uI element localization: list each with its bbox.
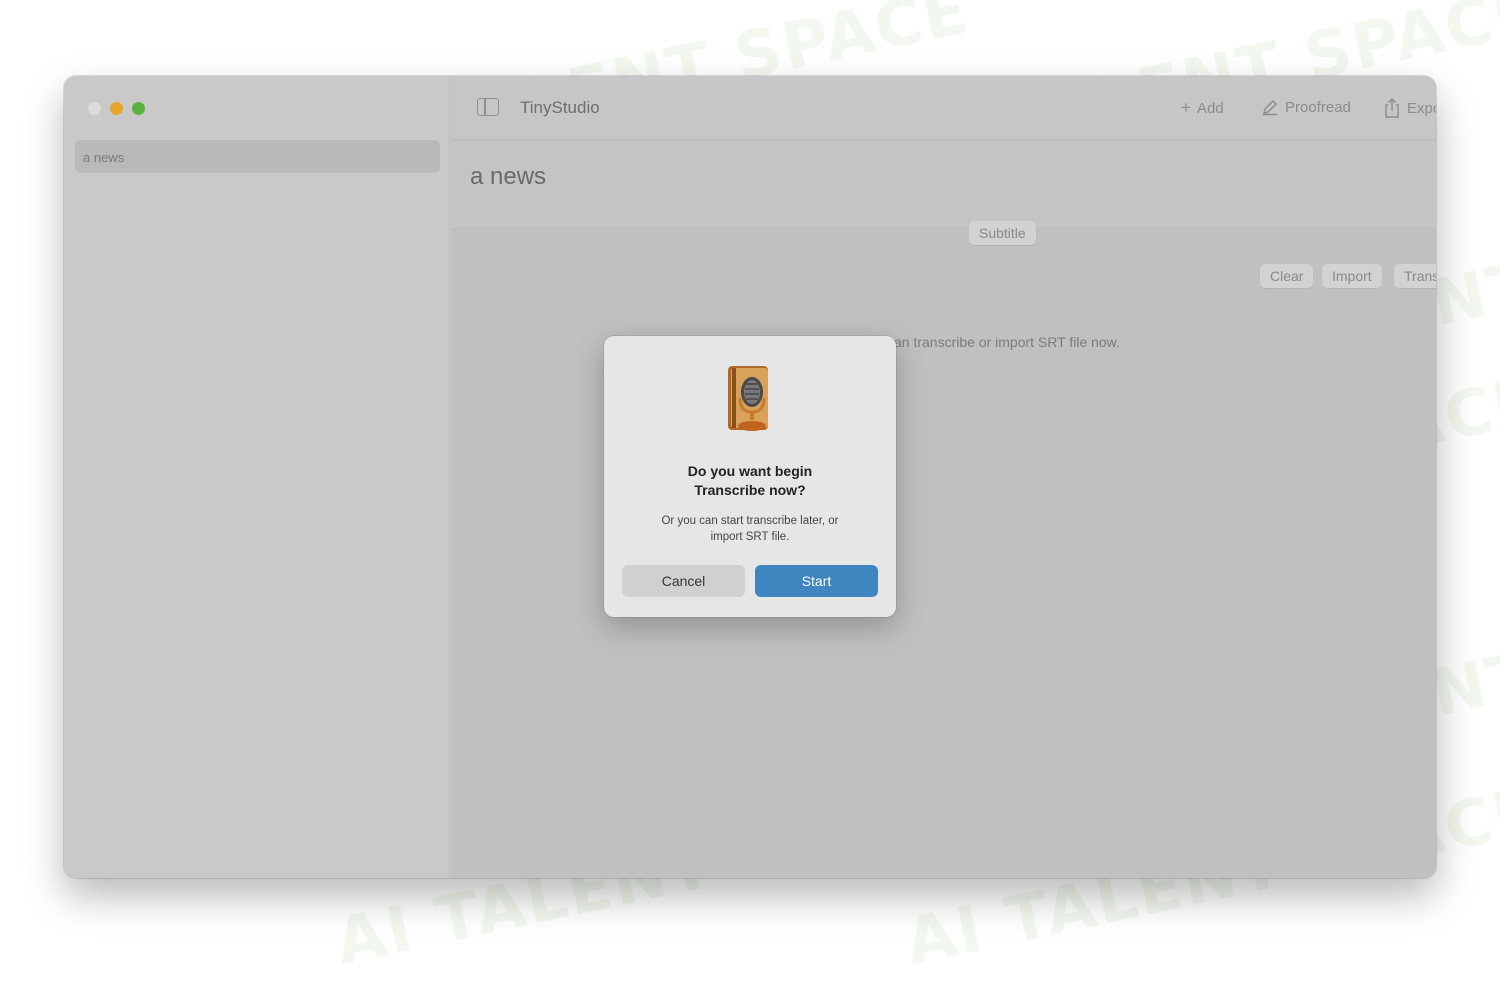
export-label: Export	[1407, 99, 1436, 117]
import-button[interactable]: Import	[1322, 264, 1382, 288]
transcribe-dialog: Do you want begin Transcribe now? Or you…	[604, 336, 896, 617]
cancel-button[interactable]: Cancel	[622, 565, 745, 597]
sidebar: a news	[64, 76, 450, 878]
pencil-icon	[1263, 100, 1277, 116]
transcribe-button[interactable]: Transcribe	[1394, 264, 1436, 288]
share-icon	[1385, 98, 1399, 118]
export-button[interactable]: Export ⌄	[1383, 98, 1436, 118]
proofread-button[interactable]: Proofread	[1261, 98, 1351, 116]
dialog-message: Or you can start transcribe later, or im…	[632, 513, 868, 545]
window-controls	[88, 102, 145, 115]
proofread-label: Proofread	[1285, 98, 1351, 116]
app-title: TinyStudio	[520, 98, 600, 117]
subtitle-segment[interactable]: Subtitle	[969, 221, 1036, 245]
start-button[interactable]: Start	[755, 565, 878, 597]
clear-button[interactable]: Clear	[1260, 264, 1314, 288]
dialog-message-line1: Or you can start transcribe later, or	[661, 515, 839, 527]
dialog-message-line2: import SRT file.	[710, 531, 790, 543]
sidebar-item-a-news[interactable]: a news	[75, 140, 440, 173]
minimize-window-button[interactable]	[110, 102, 123, 115]
add-button[interactable]: + Add	[1181, 98, 1224, 118]
toolbar: TinyStudio + Add Proofread Export ⌄	[451, 76, 1436, 140]
dialog-title-line1: Do you want begin	[687, 463, 813, 479]
sidebar-item-label: a news	[83, 150, 125, 165]
sidebar-toggle-icon[interactable]	[477, 98, 499, 116]
plus-icon: +	[1181, 98, 1191, 117]
document-title: a news	[470, 163, 547, 190]
document-header: a news	[451, 141, 1436, 229]
microphone-app-icon	[728, 366, 768, 431]
zoom-window-button[interactable]	[132, 102, 145, 115]
main-content: TinyStudio + Add Proofread Export ⌄ a ne…	[451, 76, 1436, 878]
dialog-title-line2: Transcribe now?	[694, 482, 806, 498]
close-window-button[interactable]	[88, 102, 101, 115]
add-label: Add	[1196, 99, 1224, 117]
empty-state-hint: can transcribe or import SRT file now.	[887, 334, 1120, 350]
dialog-title: Do you want begin Transcribe now?	[624, 462, 876, 500]
